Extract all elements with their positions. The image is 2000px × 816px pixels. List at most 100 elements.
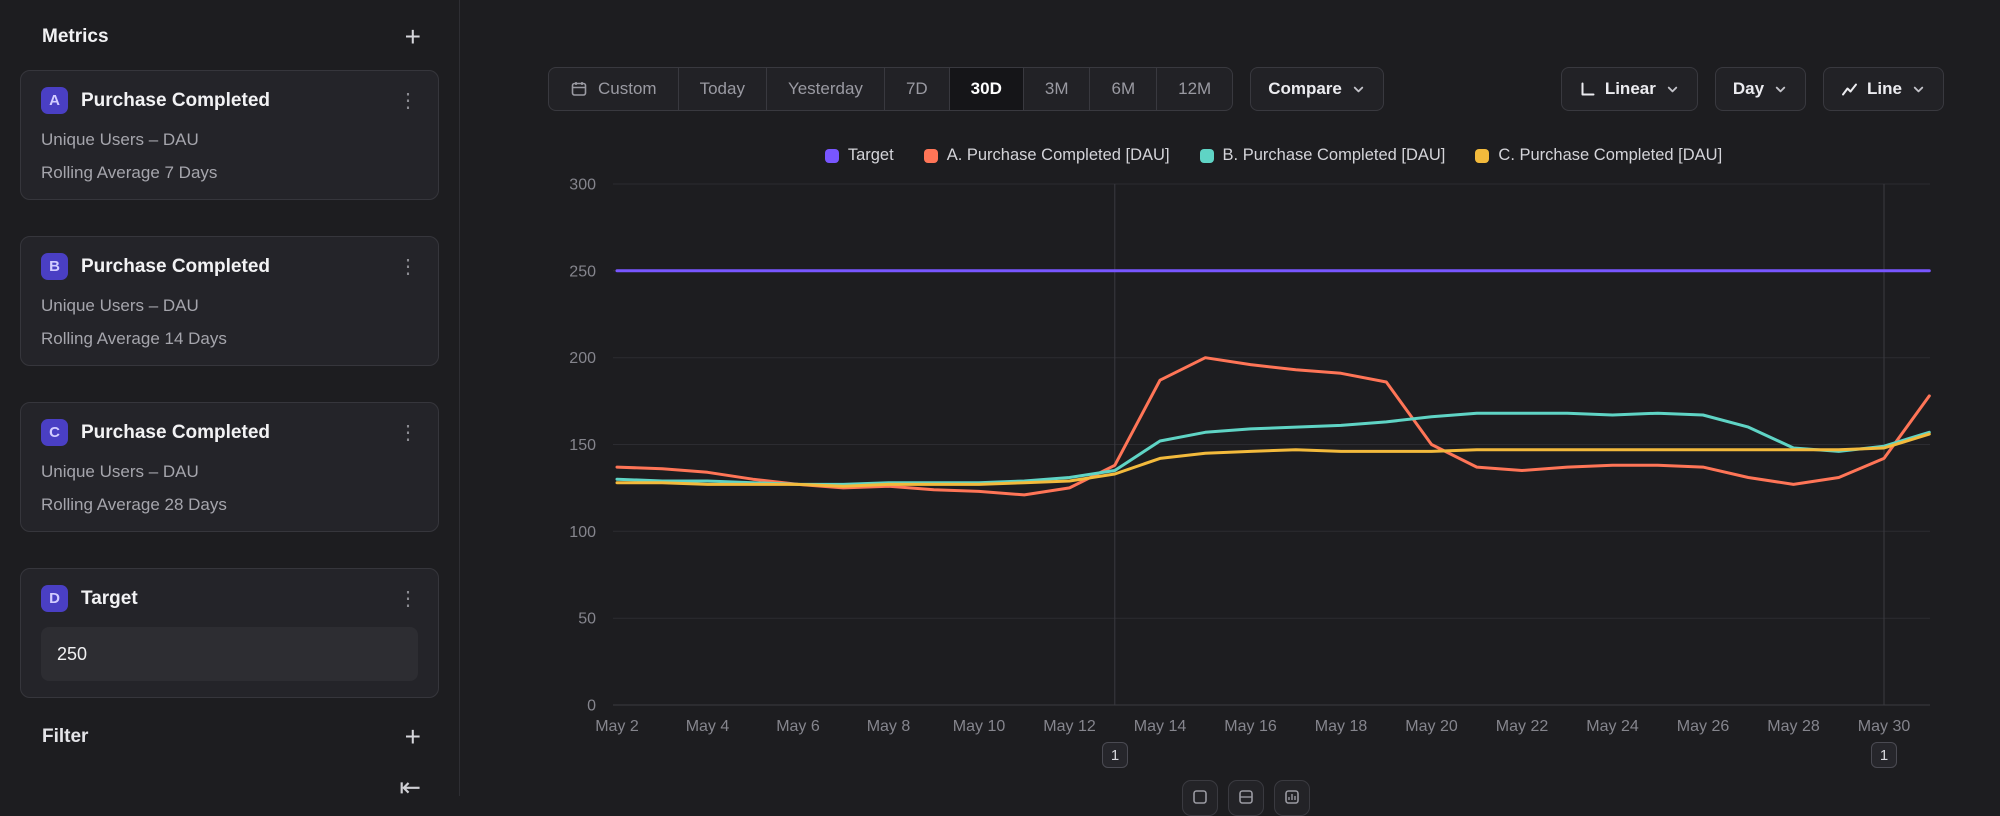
range-label: Custom [598,79,657,99]
x-tick-label: May 8 [867,718,911,735]
legend-swatch-target [825,149,839,163]
x-tick-label: May 30 [1858,718,1911,735]
metric-measure: Unique Users – DAU [41,130,418,150]
footer-action-button-3[interactable] [1274,780,1310,816]
metrics-heading: Metrics [42,26,109,48]
x-tick-label: May 26 [1677,718,1730,735]
metric-rolling-average: Rolling Average 28 Days [41,495,418,515]
legend-label: C. Purchase Completed [DAU] [1498,146,1722,165]
chart-toolbar: Custom Today Yesterday 7D 30D 3M 6M 12M … [548,67,1944,111]
x-tick-label: May 4 [686,718,730,735]
annotation-marker[interactable]: 1 [1871,742,1897,768]
kebab-menu-icon[interactable]: ⋮ [398,420,418,445]
kebab-menu-icon[interactable]: ⋮ [398,586,418,611]
filter-heading: Filter [42,726,88,748]
range-custom[interactable]: Custom [549,68,678,110]
metric-badge-b: B [41,253,68,280]
x-tick-label: May 10 [953,718,1006,735]
target-card[interactable]: D Target ⋮ [20,568,439,698]
chevron-down-icon [1773,82,1788,97]
x-tick-label: May 20 [1405,718,1458,735]
scale-selector-button[interactable]: Linear [1561,67,1698,111]
sidebar-header: Metrics + [42,26,421,48]
y-tick-label: 200 [569,350,596,367]
legend-item-b[interactable]: B. Purchase Completed [DAU] [1200,146,1446,165]
range-3m[interactable]: 3M [1023,68,1090,110]
calendar-icon [570,80,588,98]
table-icon [1238,789,1254,805]
filter-section: Filter + [42,726,421,748]
x-tick-label: May 12 [1043,718,1096,735]
metric-title: Purchase Completed [81,90,385,112]
x-tick-label: May 22 [1496,718,1549,735]
x-tick-label: May 14 [1134,718,1187,735]
legend-label: A. Purchase Completed [DAU] [947,146,1170,165]
legend-label: B. Purchase Completed [DAU] [1223,146,1446,165]
footer-action-button-2[interactable] [1228,780,1264,816]
date-range-segmented-control: Custom Today Yesterday 7D 30D 3M 6M 12M [548,67,1233,111]
x-tick-label: May 6 [776,718,820,735]
metric-measure: Unique Users – DAU [41,462,418,482]
legend-item-c[interactable]: C. Purchase Completed [DAU] [1475,146,1722,165]
chart-footer-actions [1182,780,1310,816]
y-tick-label: 100 [569,524,596,541]
range-12m[interactable]: 12M [1156,68,1232,110]
series-line-2 [617,413,1929,484]
scale-label: Linear [1605,79,1656,99]
chart-legend: Target A. Purchase Completed [DAU] B. Pu… [617,146,1930,165]
add-filter-button[interactable]: + [405,726,421,748]
y-tick-label: 150 [569,437,596,454]
chart-icon [1284,789,1300,805]
range-30d[interactable]: 30D [949,68,1023,110]
legend-swatch-a [924,149,938,163]
range-7d[interactable]: 7D [884,68,949,110]
chevron-down-icon [1351,82,1366,97]
board-icon [1192,789,1208,805]
metric-card-c[interactable]: C Purchase Completed ⋮ Unique Users – DA… [20,402,439,532]
metric-measure: Unique Users – DAU [41,296,418,316]
metric-badge-a: A [41,87,68,114]
legend-label: Target [848,146,894,165]
range-6m[interactable]: 6M [1089,68,1156,110]
x-tick-label: May 2 [595,718,639,735]
interval-selector-button[interactable]: Day [1715,67,1806,111]
y-tick-label: 50 [578,611,596,628]
range-yesterday[interactable]: Yesterday [766,68,884,110]
chevron-down-icon [1665,82,1680,97]
target-value-input[interactable] [41,627,418,681]
chart-type-label: Line [1867,79,1902,99]
kebab-menu-icon[interactable]: ⋮ [398,254,418,279]
chevron-down-icon [1911,82,1926,97]
metric-card-a[interactable]: A Purchase Completed ⋮ Unique Users – DA… [20,70,439,200]
metric-badge-c: C [41,419,68,446]
x-tick-label: May 16 [1224,718,1277,735]
metric-title: Purchase Completed [81,256,385,278]
y-tick-label: 300 [569,177,596,194]
date-range-controls: Custom Today Yesterday 7D 30D 3M 6M 12M … [548,67,1384,111]
y-tick-label: 0 [587,698,596,715]
compare-button[interactable]: Compare [1250,67,1384,111]
legend-item-a[interactable]: A. Purchase Completed [DAU] [924,146,1170,165]
kebab-menu-icon[interactable]: ⋮ [398,88,418,113]
linear-scale-icon [1579,81,1596,98]
chart-type-selector-button[interactable]: Line [1823,67,1944,111]
metric-card-b[interactable]: B Purchase Completed ⋮ Unique Users – DA… [20,236,439,366]
annotation-marker[interactable]: 1 [1102,742,1128,768]
chart-display-controls: Linear Day Line [1561,67,1944,111]
y-tick-label: 250 [569,263,596,280]
x-tick-label: May 24 [1586,718,1639,735]
metrics-sidebar: Metrics + A Purchase Completed ⋮ Unique … [0,0,460,796]
add-metric-button[interactable]: + [405,26,421,48]
metric-rolling-average: Rolling Average 7 Days [41,163,418,183]
x-tick-label: May 18 [1315,718,1368,735]
metric-badge-d: D [41,585,68,612]
line-chart-icon [1841,81,1858,98]
range-today[interactable]: Today [678,68,766,110]
collapse-sidebar-icon[interactable]: ⇤ [399,772,421,803]
series-line-3 [617,434,1929,486]
compare-label: Compare [1268,79,1342,99]
legend-item-target[interactable]: Target [825,146,894,165]
metric-title: Purchase Completed [81,422,385,444]
series-line-1 [617,358,1929,495]
footer-action-button-1[interactable] [1182,780,1218,816]
